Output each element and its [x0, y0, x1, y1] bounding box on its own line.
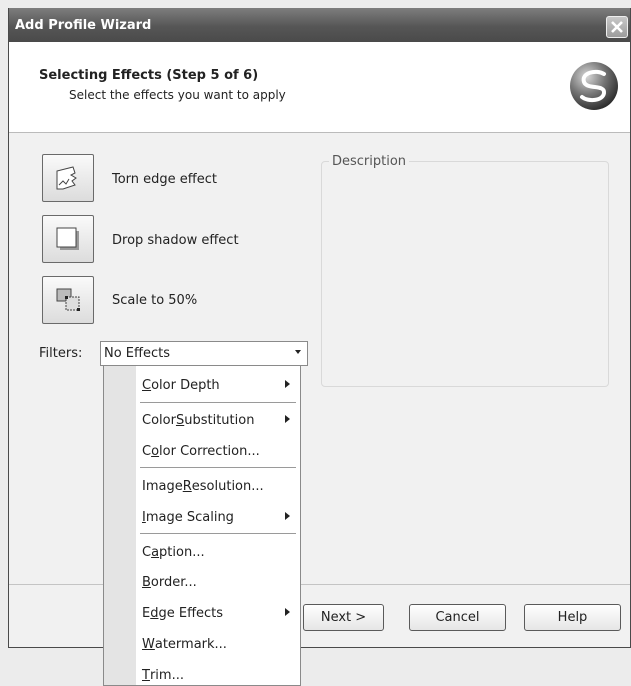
menu-item-text: rim...	[149, 667, 184, 683]
torn-edge-button[interactable]	[42, 154, 94, 202]
menu-item-text: atermark...	[154, 636, 227, 652]
menu-item-accel: o	[151, 443, 160, 459]
menu-item-accel: d	[150, 605, 159, 621]
menu-item-edge-effects[interactable]: Ed ge Effects	[104, 601, 300, 625]
effect-label-scale: Scale to 50%	[112, 293, 198, 308]
drop-shadow-icon	[56, 227, 79, 250]
menu-item-image-scaling[interactable]: Image Scaling	[104, 505, 300, 529]
menu-separator	[140, 402, 296, 403]
menu-item-image-resolution[interactable]: Image Resolution...	[104, 474, 300, 498]
menu-item-text: ge Effects	[158, 605, 224, 621]
menu-item-accel: C	[142, 377, 152, 393]
menu-item-text: mage Scaling	[145, 509, 234, 525]
menu-item-accel: S	[175, 412, 185, 428]
effect-label-drop-shadow: Drop shadow effect	[112, 233, 239, 248]
wizard-header: Selecting Effects (Step 5 of 6) Select t…	[9, 42, 630, 133]
title-bar: Add Profile Wizard	[9, 8, 630, 42]
menu-separator	[140, 533, 296, 534]
help-button[interactable]: Help	[524, 604, 621, 631]
scale-icon	[56, 288, 80, 311]
menu-item-text: order...	[150, 574, 197, 590]
cancel-button[interactable]: Cancel	[409, 604, 506, 631]
close-icon	[611, 21, 623, 33]
step-subtitle: Select the effects you want to apply	[69, 88, 286, 102]
menu-item-text: E	[142, 605, 151, 621]
submenu-arrow-icon	[285, 415, 290, 423]
menu-item-watermark[interactable]: Watermark...	[104, 632, 300, 656]
submenu-arrow-icon	[285, 512, 290, 520]
menu-item-color-correction[interactable]: Co lor Correction...	[104, 439, 300, 463]
chevron-down-icon	[295, 350, 301, 354]
menu-item-trim[interactable]: Trim...	[104, 663, 300, 685]
menu-item-color-depth[interactable]: Color Depth	[104, 373, 300, 397]
drop-shadow-button[interactable]	[42, 215, 94, 263]
menu-item-color-substitution[interactable]: Color Substitution	[104, 408, 300, 432]
menu-item-accel: T	[142, 667, 150, 683]
window-title: Add Profile Wizard	[15, 17, 152, 33]
filters-selected-value: No Effects	[104, 346, 170, 361]
torn-edge-icon	[56, 166, 77, 190]
next-button[interactable]: Next >	[303, 604, 384, 631]
menu-item-text: olor Depth	[151, 377, 220, 393]
menu-item-caption[interactable]: Ca ption...	[104, 540, 300, 564]
close-button[interactable]	[606, 16, 628, 38]
filters-menu: Color Depth Color Substitution Co lor Cor…	[103, 365, 301, 686]
filters-dropdown[interactable]: No Effects	[100, 341, 308, 366]
description-legend: Description	[329, 154, 410, 169]
description-panel	[321, 161, 609, 387]
menu-item-border[interactable]: Border...	[104, 570, 300, 594]
menu-item-accel: B	[142, 574, 151, 590]
menu-separator	[140, 467, 296, 468]
menu-item-text: lor Correction...	[159, 443, 260, 459]
menu-item-text: C	[142, 443, 152, 459]
menu-item-text: esolution...	[191, 478, 264, 494]
menu-item-text: ubstitution	[184, 412, 255, 428]
menu-item-accel: R	[182, 478, 192, 494]
menu-item-text: Image	[142, 478, 183, 494]
effect-label-torn-edge: Torn edge effect	[112, 172, 218, 187]
filters-label: Filters:	[39, 346, 83, 361]
submenu-arrow-icon	[285, 608, 290, 616]
menu-item-accel: W	[142, 636, 155, 652]
menu-item-text: C	[142, 544, 152, 560]
menu-item-text: Color	[142, 412, 176, 428]
app-logo-icon	[570, 62, 618, 110]
menu-item-accel: a	[151, 544, 160, 560]
wizard-window: Add Profile Wizard Selecting Effects (St…	[8, 8, 631, 648]
submenu-arrow-icon	[285, 380, 290, 388]
menu-item-text: ption...	[159, 544, 205, 560]
scale-button[interactable]	[42, 276, 94, 324]
step-title: Selecting Effects (Step 5 of 6)	[39, 68, 259, 83]
